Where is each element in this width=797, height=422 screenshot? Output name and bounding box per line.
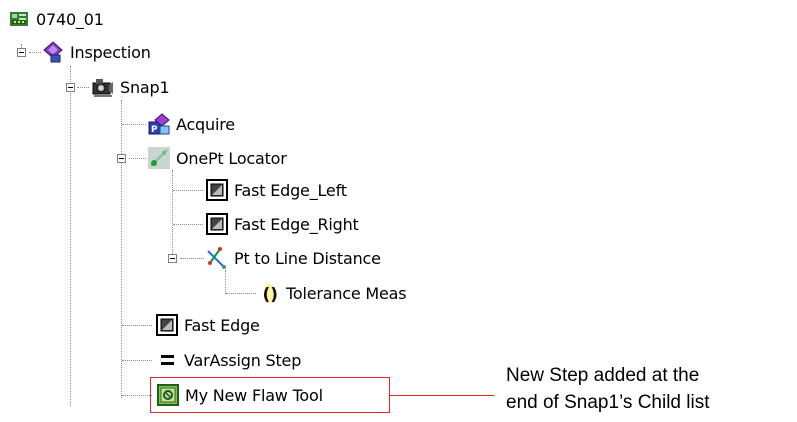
tree-item-label: My New Flaw Tool — [185, 385, 323, 405]
tree-item-my-new-flaw-tool[interactable]: My New Flaw Tool — [157, 383, 323, 407]
inspection-icon — [42, 41, 64, 63]
tree-connector — [77, 87, 89, 88]
svg-text:P: P — [151, 125, 158, 135]
tree-item-label: Inspection — [70, 42, 151, 62]
tree-connector — [122, 124, 146, 125]
tolerance-icon: () — [258, 282, 280, 304]
edge-tool-icon — [156, 314, 178, 336]
equals-icon — [156, 349, 178, 371]
circuit-board-icon — [8, 8, 30, 30]
flaw-tool-icon — [157, 384, 179, 406]
tree-connector — [225, 270, 226, 294]
tree-item-label: OnePt Locator — [176, 148, 287, 168]
tree-connector — [129, 158, 146, 159]
tree-connector — [172, 170, 173, 260]
tree-view: 0740_01 Inspection Snap1 P Acquire OnePt… — [0, 0, 797, 422]
tree-item-label: Snap1 — [120, 77, 170, 97]
tree-connector — [180, 258, 204, 259]
collapse-toggle-pt-to-line-distance[interactable] — [168, 254, 177, 263]
callout-text: New Step added at the end of Snap1’s Chi… — [506, 362, 710, 416]
collapse-toggle-onept-locator[interactable] — [117, 154, 126, 163]
tree-item-0740-01[interactable]: 0740_01 — [8, 7, 104, 31]
tree-connector — [121, 100, 122, 398]
tree-item-snap1[interactable]: Snap1 — [92, 75, 170, 99]
svg-text:(): () — [263, 285, 279, 304]
tree-item-onept-locator[interactable]: OnePt Locator — [148, 146, 287, 170]
tree-item-label: Pt to Line Distance — [234, 248, 381, 268]
camera-icon — [92, 76, 114, 98]
edge-tool-icon — [206, 213, 228, 235]
callout-line — [390, 395, 494, 396]
tree-item-fast-edge-right[interactable]: Fast Edge_Right — [206, 212, 359, 236]
tree-connector — [70, 66, 71, 406]
tree-item-label: Acquire — [176, 114, 235, 134]
tree-connector — [122, 360, 152, 361]
tree-item-varassign-step[interactable]: VarAssign Step — [156, 348, 301, 372]
tree-item-inspection[interactable]: Inspection — [42, 40, 151, 64]
callout-line-1: New Step added at the — [506, 365, 700, 386]
tree-item-label: Fast Edge_Right — [234, 214, 359, 234]
tree-item-fast-edge-left[interactable]: Fast Edge_Left — [206, 178, 347, 202]
acquire-icon: P — [148, 113, 170, 135]
tree-connector — [173, 224, 203, 225]
collapse-toggle-snap1[interactable] — [66, 83, 75, 92]
tree-item-label: VarAssign Step — [184, 350, 302, 370]
tree-connector — [122, 325, 152, 326]
tree-connector — [226, 293, 256, 294]
tree-item-label: Tolerance Meas — [286, 283, 407, 303]
tree-item-fast-edge[interactable]: Fast Edge — [156, 313, 260, 337]
tree-item-label: Fast Edge_Left — [234, 180, 347, 200]
locator-icon — [148, 147, 170, 169]
tree-connector — [29, 52, 41, 53]
tree-item-label: Fast Edge — [184, 315, 260, 335]
collapse-toggle-inspection[interactable] — [17, 48, 26, 57]
callout-line-2: end of Snap1’s Child list — [506, 392, 710, 413]
tree-item-pt-to-line-distance[interactable]: Pt to Line Distance — [206, 246, 381, 270]
tree-connector — [173, 190, 203, 191]
tree-connector — [122, 395, 152, 396]
distance-icon — [206, 247, 228, 269]
tree-item-label: 0740_01 — [36, 9, 104, 29]
tree-item-tolerance-meas[interactable]: () Tolerance Meas — [258, 281, 407, 305]
tree-item-acquire[interactable]: P Acquire — [148, 112, 235, 136]
edge-tool-icon — [206, 179, 228, 201]
